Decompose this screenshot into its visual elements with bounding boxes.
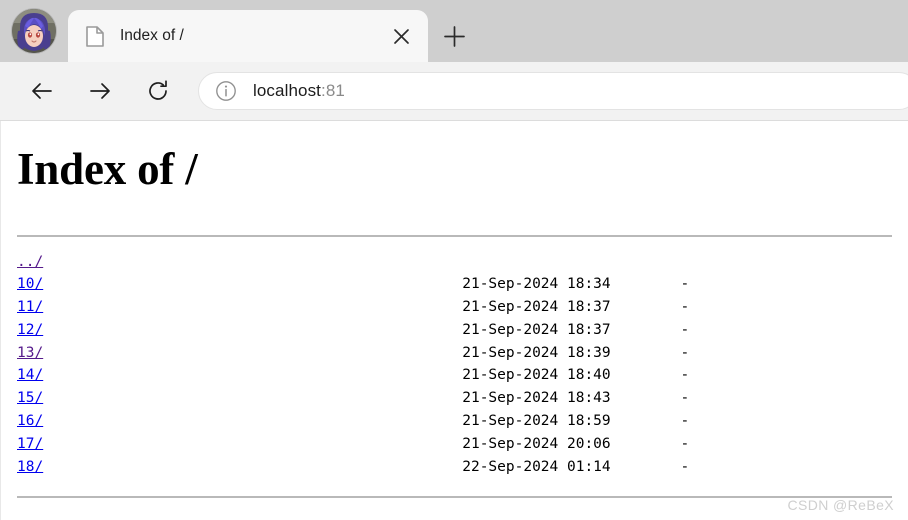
avatar-image [12,9,56,53]
document-icon [84,25,106,47]
directory-link[interactable]: 14/ [17,367,43,383]
navigation-toolbar: localhost:81 [0,62,908,121]
url-host: localhost [253,81,321,100]
arrow-left-icon [32,83,52,99]
page-content: Index of / ../ 10/ 21-Sep-2024 18:34 - 1… [0,121,908,520]
browser-window: Index of / localhost:81 Index of / ../ 1… [0,0,908,520]
url-port: :81 [321,81,345,100]
forward-button[interactable] [78,69,122,113]
info-circle-icon[interactable] [213,78,239,104]
directory-link[interactable]: 10/ [17,276,43,292]
directory-link[interactable]: 12/ [17,322,43,338]
directory-link[interactable]: 18/ [17,459,43,475]
reload-icon [149,80,167,100]
new-tab-button[interactable] [428,10,480,62]
directory-link[interactable]: 13/ [17,345,43,361]
directory-link[interactable]: 11/ [17,299,43,315]
browser-tab[interactable]: Index of / [68,10,428,62]
parent-directory-link[interactable]: ../ [17,254,43,270]
plus-icon [443,25,465,47]
page-title: Index of / [17,144,198,194]
reload-button[interactable] [136,69,180,113]
directory-link[interactable]: 16/ [17,413,43,429]
tab-strip: Index of / [0,0,908,62]
address-bar[interactable]: localhost:81 [198,72,908,110]
tab-title: Index of / [120,27,184,44]
avatar[interactable] [12,9,56,53]
directory-listing: ../ 10/ 21-Sep-2024 18:34 - 11/ 21-Sep-2… [17,253,690,475]
url-text: localhost:81 [253,81,345,101]
directory-link[interactable]: 17/ [17,436,43,452]
directory-link[interactable]: 15/ [17,390,43,406]
watermark: CSDN @ReBeX [787,497,894,513]
profile-button[interactable] [0,0,68,62]
close-icon[interactable] [384,19,418,53]
back-button[interactable] [20,69,64,113]
bottom-divider [17,496,892,499]
arrow-right-icon [90,83,110,99]
top-divider [17,234,892,237]
